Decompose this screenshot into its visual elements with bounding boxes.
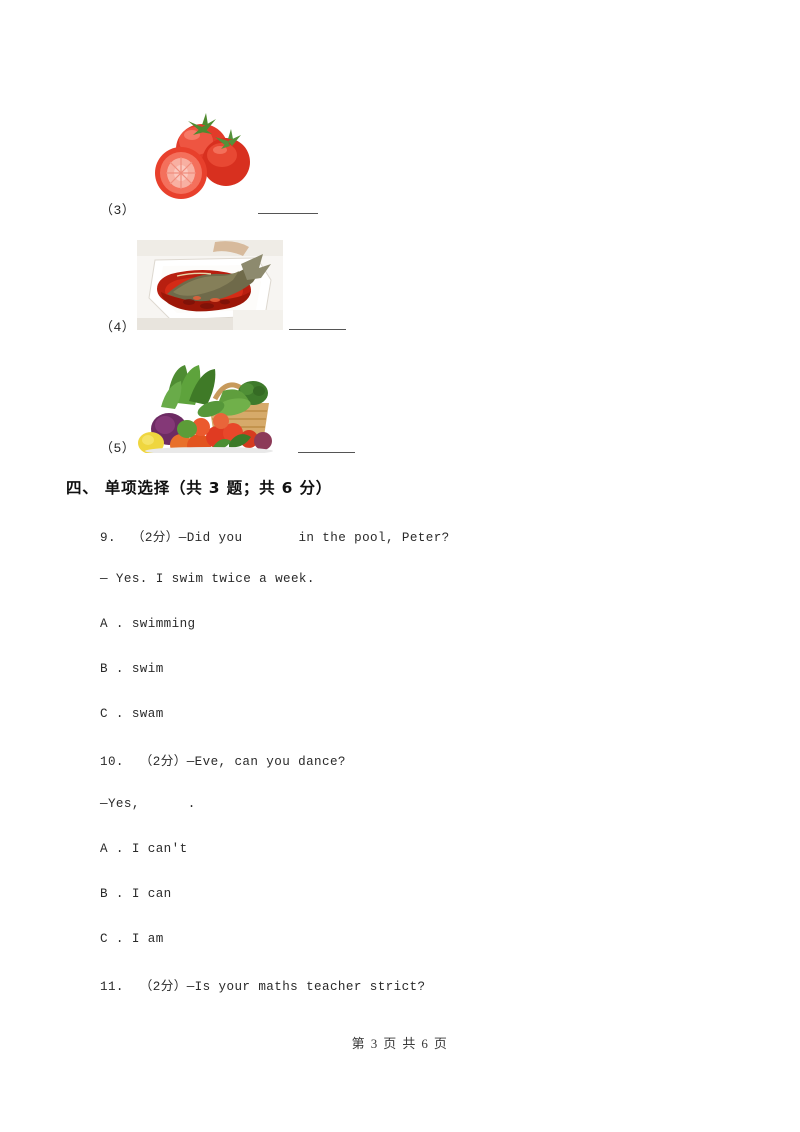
- picture-item-3-label: （3）: [100, 203, 136, 218]
- question-9-option-c[interactable]: C . swam: [100, 707, 164, 721]
- tomatoes-photo: [140, 89, 256, 213]
- question-9-stem-after: in the pool, Peter?: [298, 531, 450, 545]
- question-9-option-b[interactable]: B . swim: [100, 662, 164, 676]
- vegetable-basket-photo: [137, 357, 283, 453]
- question-10-stem-before: —Yes,: [100, 797, 140, 811]
- question-10-stem-tail: .: [187, 797, 196, 811]
- question-9-stem-line2: — Yes. I swim twice a week.: [100, 572, 315, 586]
- page-footer: 第 3 页 共 6 页: [351, 1036, 449, 1051]
- question-10-option-a[interactable]: A . I can't: [100, 842, 188, 856]
- exam-page: （3） （4） （5） 四、 单项选择（共 3 题；共 6 分） 9. （2分）…: [0, 0, 800, 1132]
- picture-item-3-blank[interactable]: [258, 213, 318, 214]
- picture-item-5-label: （5）: [100, 441, 136, 456]
- question-11-stem: 11. （2分）—Is your maths teacher strict?: [100, 980, 426, 994]
- question-10-option-b[interactable]: B . I can: [100, 887, 172, 901]
- question-10-stem-line2: —Yes,.: [100, 797, 196, 811]
- picture-item-4-blank[interactable]: [289, 329, 346, 330]
- question-10-option-c[interactable]: C . I am: [100, 932, 164, 946]
- braised-fish-photo: [137, 240, 283, 330]
- question-9-stem-before: 9. （2分）—Did you: [100, 531, 243, 545]
- question-9-stem: 9. （2分）—Did you in the pool, Peter?: [100, 526, 450, 545]
- section-heading: 四、 单项选择（共 3 题；共 6 分）: [66, 479, 333, 497]
- question-9-option-a[interactable]: A . swimming: [100, 617, 196, 631]
- question-10-stem: 10. （2分）—Eve, can you dance?: [100, 755, 346, 769]
- picture-item-5-blank[interactable]: [298, 452, 355, 453]
- picture-item-4-label: （4）: [100, 320, 136, 335]
